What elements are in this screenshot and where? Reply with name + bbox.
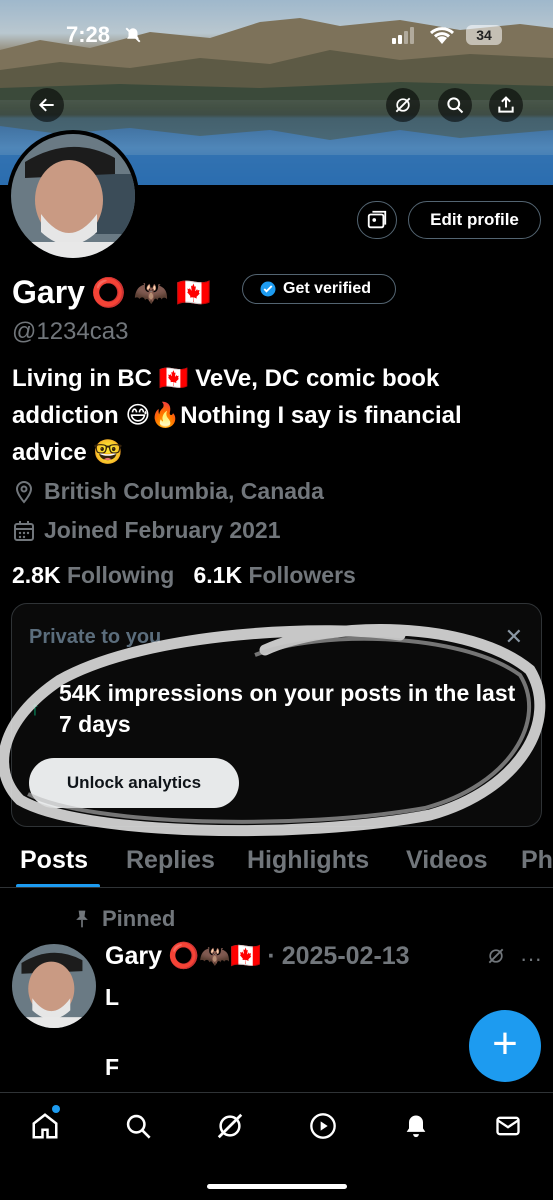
nav-messages[interactable] (491, 1109, 525, 1143)
tab-highlights[interactable]: Highlights (247, 846, 369, 875)
back-button[interactable] (30, 88, 64, 122)
grok-icon (395, 97, 411, 113)
gallery-icon (367, 210, 387, 229)
unlock-analytics-button[interactable]: Unlock analytics (29, 758, 239, 808)
post-date: 2025-02-13 (281, 942, 410, 970)
status-bar: 7:28 34 (0, 22, 553, 52)
followers-link[interactable]: 6.1K Followers (193, 562, 355, 588)
share-icon (498, 96, 514, 113)
post-author-emojis: ⭕🦇🇨🇦 (167, 942, 262, 970)
grok-icon[interactable] (486, 946, 506, 972)
profile-name-row: Gary ⭕ 🦇 🇨🇦 (12, 274, 211, 311)
location-icon (15, 480, 33, 504)
nav-home[interactable] (28, 1109, 62, 1143)
profile-avatar[interactable] (7, 130, 139, 262)
tab-posts[interactable]: Posts (20, 846, 88, 875)
edit-profile-button[interactable]: Edit profile (408, 201, 541, 239)
post-separator: · (267, 942, 276, 970)
home-indicator (207, 1184, 347, 1189)
nav-grok[interactable] (213, 1109, 247, 1143)
nav-video[interactable] (306, 1109, 340, 1143)
notification-dot (52, 1105, 60, 1113)
compose-button[interactable]: + (469, 1010, 541, 1082)
back-arrow-icon (38, 98, 54, 112)
nav-notifications[interactable] (399, 1109, 433, 1143)
tab-videos[interactable]: Videos (406, 846, 488, 875)
home-icon (32, 1113, 58, 1139)
get-verified-label: Get verified (283, 280, 372, 297)
verified-badge-icon (260, 281, 276, 297)
mail-icon (496, 1116, 520, 1136)
impressions-text: 54K impressions on your posts in the las… (59, 680, 516, 737)
post-text-line-1: L (105, 984, 120, 1010)
location-text: British Columbia, Canada (44, 478, 324, 504)
following-link[interactable]: 2.8K Following (12, 562, 174, 588)
avatar-image (11, 134, 135, 258)
search-button[interactable] (438, 88, 472, 122)
post-header-actions: ··· (486, 946, 542, 972)
profile-bio: Living in BC 🇨🇦 VeVe, DC comic book addi… (12, 365, 462, 466)
grok-button[interactable] (386, 88, 420, 122)
status-time: 7:28 (66, 22, 111, 47)
following-label: Following (66, 562, 175, 588)
post-avatar[interactable] (12, 944, 96, 1028)
name-emojis: ⭕ 🦇 🇨🇦 (90, 277, 212, 308)
post-header: Gary ⭕🦇🇨🇦 · 2025-02-13 (105, 942, 410, 971)
wifi-icon (428, 24, 456, 51)
active-tab-indicator (16, 884, 100, 887)
nav-search[interactable] (121, 1109, 155, 1143)
pinned-label: Pinned (102, 906, 176, 931)
close-icon[interactable]: ✕ (505, 624, 523, 650)
followers-count: 6.1K (193, 562, 243, 588)
cellular-signal-icon (392, 26, 414, 44)
more-options-icon[interactable]: ··· (520, 946, 542, 972)
profile-location: British Columbia, Canada (12, 478, 324, 505)
bell-slash-icon (124, 26, 142, 49)
pinned-indicator: Pinned (72, 906, 175, 932)
play-icon (310, 1113, 336, 1139)
profile-tabs: Posts Replies Highlights Videos Ph (0, 836, 553, 888)
search-icon (447, 97, 464, 114)
profile-joined: Joined February 2021 (12, 517, 281, 544)
followers-label: Followers (248, 562, 356, 588)
post-text-line-2: F (105, 1054, 120, 1080)
media-button[interactable] (357, 201, 397, 239)
private-analytics-card: Private to you ✕ ↑ 54K impressions on yo… (11, 603, 542, 827)
bell-icon (406, 1115, 426, 1138)
battery-icon: 34 (466, 25, 502, 45)
profile-handle: @1234ca3 (12, 318, 129, 345)
get-verified-button[interactable]: Get verified (242, 274, 396, 304)
calendar-icon (14, 520, 34, 541)
pin-icon (76, 910, 88, 928)
grok-icon (217, 1113, 243, 1139)
tab-photos[interactable]: Ph (521, 846, 553, 875)
private-card-title: Private to you (29, 626, 162, 648)
profile-name: Gary (12, 274, 85, 310)
arrow-up-icon: ↑ (30, 698, 40, 720)
tab-replies[interactable]: Replies (126, 846, 215, 875)
joined-text: Joined February 2021 (44, 517, 281, 543)
post-author[interactable]: Gary (105, 942, 162, 971)
following-count: 2.8K (12, 562, 61, 588)
search-icon (126, 1114, 151, 1139)
share-button[interactable] (489, 88, 523, 122)
follow-stats: 2.8K Following 6.1K Followers (12, 562, 356, 589)
